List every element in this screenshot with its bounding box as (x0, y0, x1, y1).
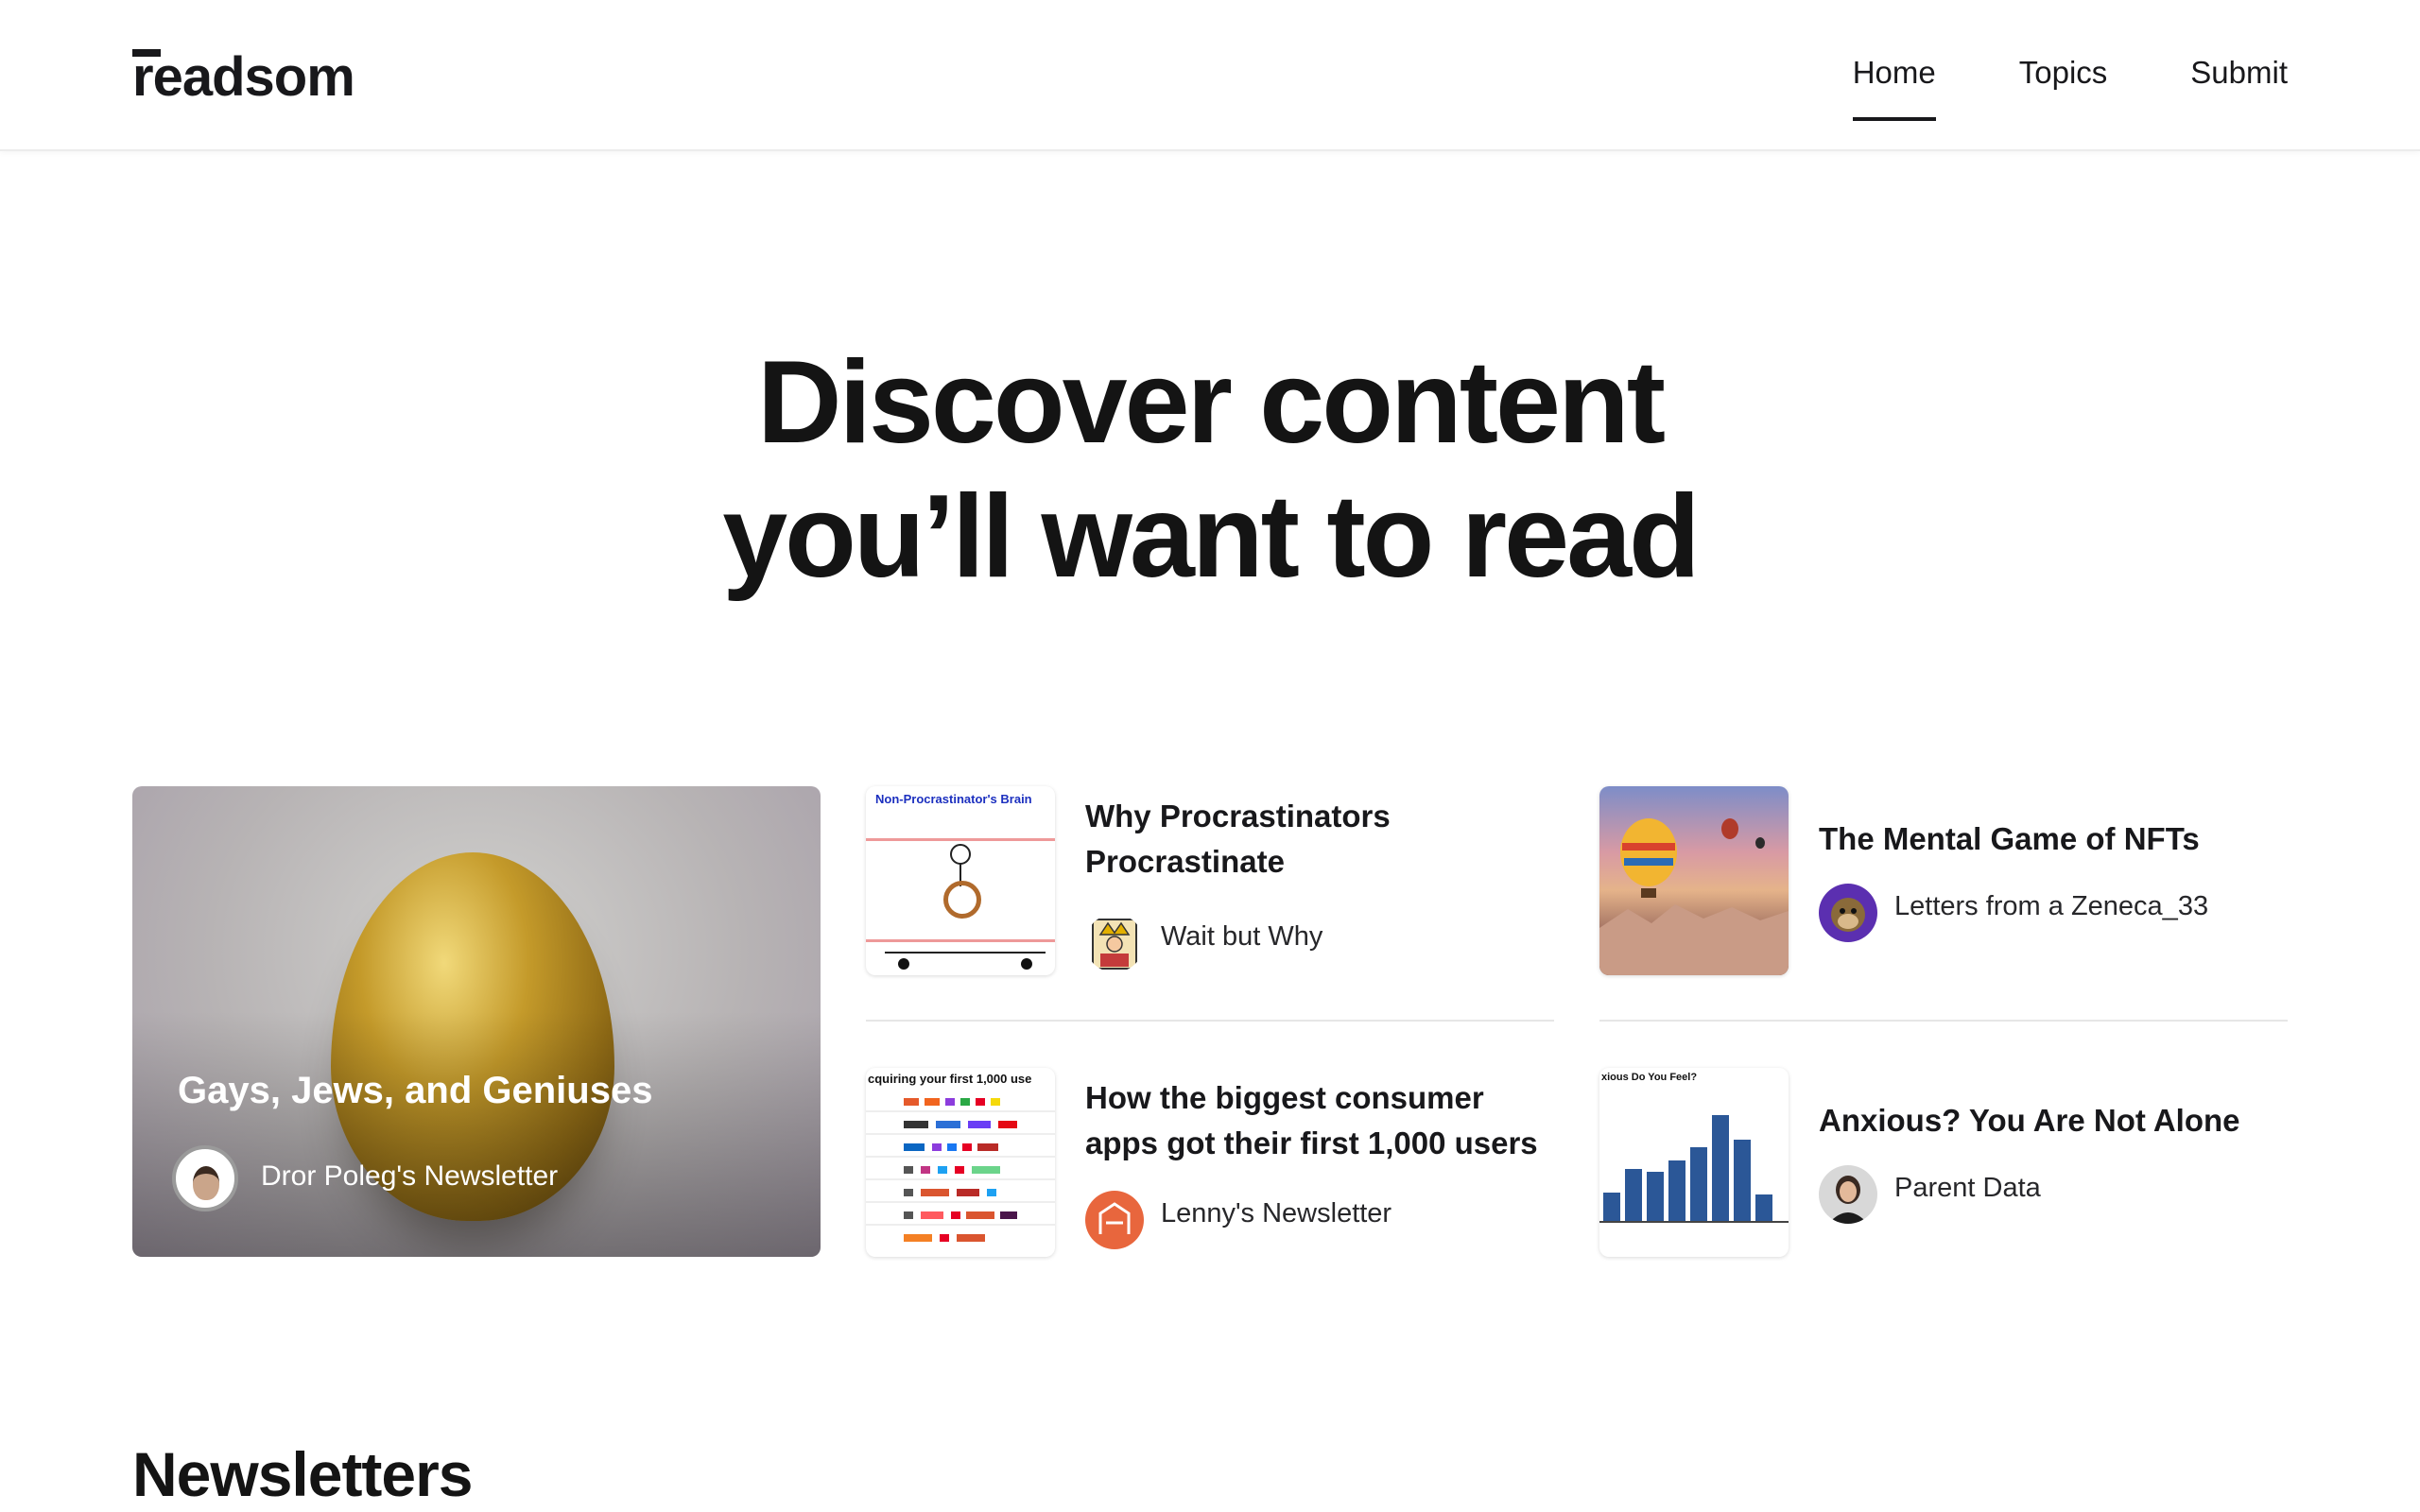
article-source: Letters from a Zeneca_33 (1894, 891, 2209, 921)
featured-source-avatar (172, 1145, 238, 1211)
ship-wheel-icon (943, 881, 981, 919)
divider (1599, 1020, 2288, 1022)
section-title-newsletters: Newsletters (132, 1439, 474, 1509)
site-logo[interactable]: readsom (132, 45, 355, 109)
article-source: Lenny's Newsletter (1161, 1198, 1392, 1228)
article-thumbnail: cquiring your first 1,000 use (866, 1068, 1055, 1257)
chart-bar (1712, 1115, 1729, 1221)
chart-bar (1734, 1140, 1751, 1221)
site-header: readsom Home Topics Submit (0, 0, 2420, 151)
source-avatar (1819, 884, 1877, 942)
article-card[interactable]: The Mental Game of NFTs Letters from a Z… (1599, 786, 2288, 975)
chart-axis (1599, 1221, 1789, 1223)
lenny-logo-icon (1098, 1202, 1131, 1234)
chart-bar (1625, 1169, 1642, 1221)
king-card-icon (1092, 919, 1137, 970)
featured-article[interactable]: Gays, Jews, and Geniuses Dror Poleg's Ne… (132, 786, 821, 1257)
avatar-face-icon (193, 1166, 219, 1200)
divider (866, 1020, 1554, 1022)
brain-outline (866, 939, 1055, 942)
article-thumbnail (1599, 786, 1789, 975)
app-logos-grid-icon (866, 1098, 1055, 1242)
chart-bar (1690, 1147, 1707, 1221)
source-avatar (1085, 914, 1144, 972)
article-card[interactable]: Non-Procrastinator's Brain Why Procrasti… (866, 786, 1554, 975)
article-title: Anxious? You Are Not Alone (1819, 1103, 2240, 1138)
source-avatar (1819, 1165, 1877, 1224)
nav-submit[interactable]: Submit (2190, 55, 2288, 91)
chart-bar (1603, 1193, 1620, 1221)
nav-home[interactable]: Home (1852, 55, 1936, 121)
article-source: Wait but Why (1161, 921, 1323, 952)
nav-topics[interactable]: Topics (2019, 55, 2108, 91)
thumbnail-caption: cquiring your first 1,000 use (868, 1072, 1032, 1086)
hero-line-1: Discover content (756, 337, 1666, 468)
chart-bar (1647, 1172, 1664, 1221)
main-nav: Home Topics Submit (1852, 55, 2288, 121)
featured-title: Gays, Jews, and Geniuses (178, 1070, 653, 1111)
featured-source: Dror Poleg's Newsletter (261, 1160, 559, 1192)
article-card[interactable]: cquiring your first 1,000 use How the bi (866, 1068, 1554, 1257)
article-thumbnail: Non-Procrastinator's Brain (866, 786, 1055, 975)
wheels-icon (885, 952, 1046, 970)
hot-air-balloons-icon (1599, 818, 1789, 975)
article-card[interactable]: xious Do You Feel? Anxious? You Are Not … (1599, 1068, 2288, 1257)
person-avatar-icon (1828, 1176, 1868, 1224)
ape-avatar-icon (1831, 898, 1865, 932)
featured-overlay (132, 1011, 821, 1257)
chart-bar (1755, 1194, 1772, 1221)
source-avatar (1085, 1191, 1144, 1249)
thumbnail-caption: xious Do You Feel? (1601, 1072, 1698, 1083)
article-thumbnail: xious Do You Feel? (1599, 1068, 1789, 1257)
brain-outline (866, 838, 1055, 841)
article-title: The Mental Game of NFTs (1819, 821, 2200, 856)
article-title: How the biggest consumer apps got their … (1085, 1080, 1538, 1160)
hero-line-2: you’ll want to read (722, 472, 1701, 602)
article-title: Why Procrastinators Procrastinate (1085, 799, 1391, 879)
chart-bar (1668, 1160, 1685, 1221)
bar-chart-thumbnail (1599, 1108, 1789, 1221)
hero-heading: Discover content you’ll want to read (0, 335, 2420, 604)
thumbnail-caption: Non-Procrastinator's Brain (875, 792, 1032, 806)
article-source: Parent Data (1894, 1173, 2041, 1203)
